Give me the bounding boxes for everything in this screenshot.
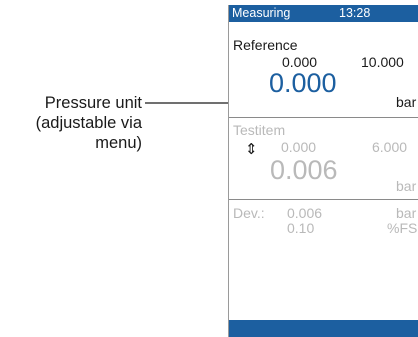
status-bar: Measuring 13:28 (229, 5, 418, 22)
testitem-toggle-icon[interactable]: ⇕ (245, 140, 258, 158)
mode-label: Measuring (232, 6, 291, 20)
deviation-abs-value: 0.006 (287, 205, 323, 221)
reference-title: Reference (233, 37, 298, 53)
section-separator-2 (229, 199, 418, 200)
clock-label: 13:28 (339, 6, 371, 20)
reference-main-value: 0.000 (269, 68, 337, 98)
device-screen: Measuring 13:28 Reference 0.000 10.000 0… (228, 5, 418, 337)
reference-range-value: 10.000 (361, 54, 404, 70)
testitem-title: Testitem (233, 122, 286, 138)
deviation-pct-value: 0.10 (287, 220, 315, 236)
reference-unit: bar (396, 94, 417, 110)
deviation-abs-unit: bar (396, 205, 417, 221)
section-separator-1 (229, 117, 418, 118)
bottom-bar (229, 320, 418, 337)
testitem-small-value: 0.000 (281, 139, 317, 155)
testitem-unit: bar (396, 178, 417, 194)
deviation-label: Dev.: (233, 205, 265, 221)
testitem-main-value: 0.006 (270, 155, 338, 185)
testitem-range-value: 6.000 (372, 139, 408, 155)
deviation-pct-unit: %FS (387, 220, 418, 236)
